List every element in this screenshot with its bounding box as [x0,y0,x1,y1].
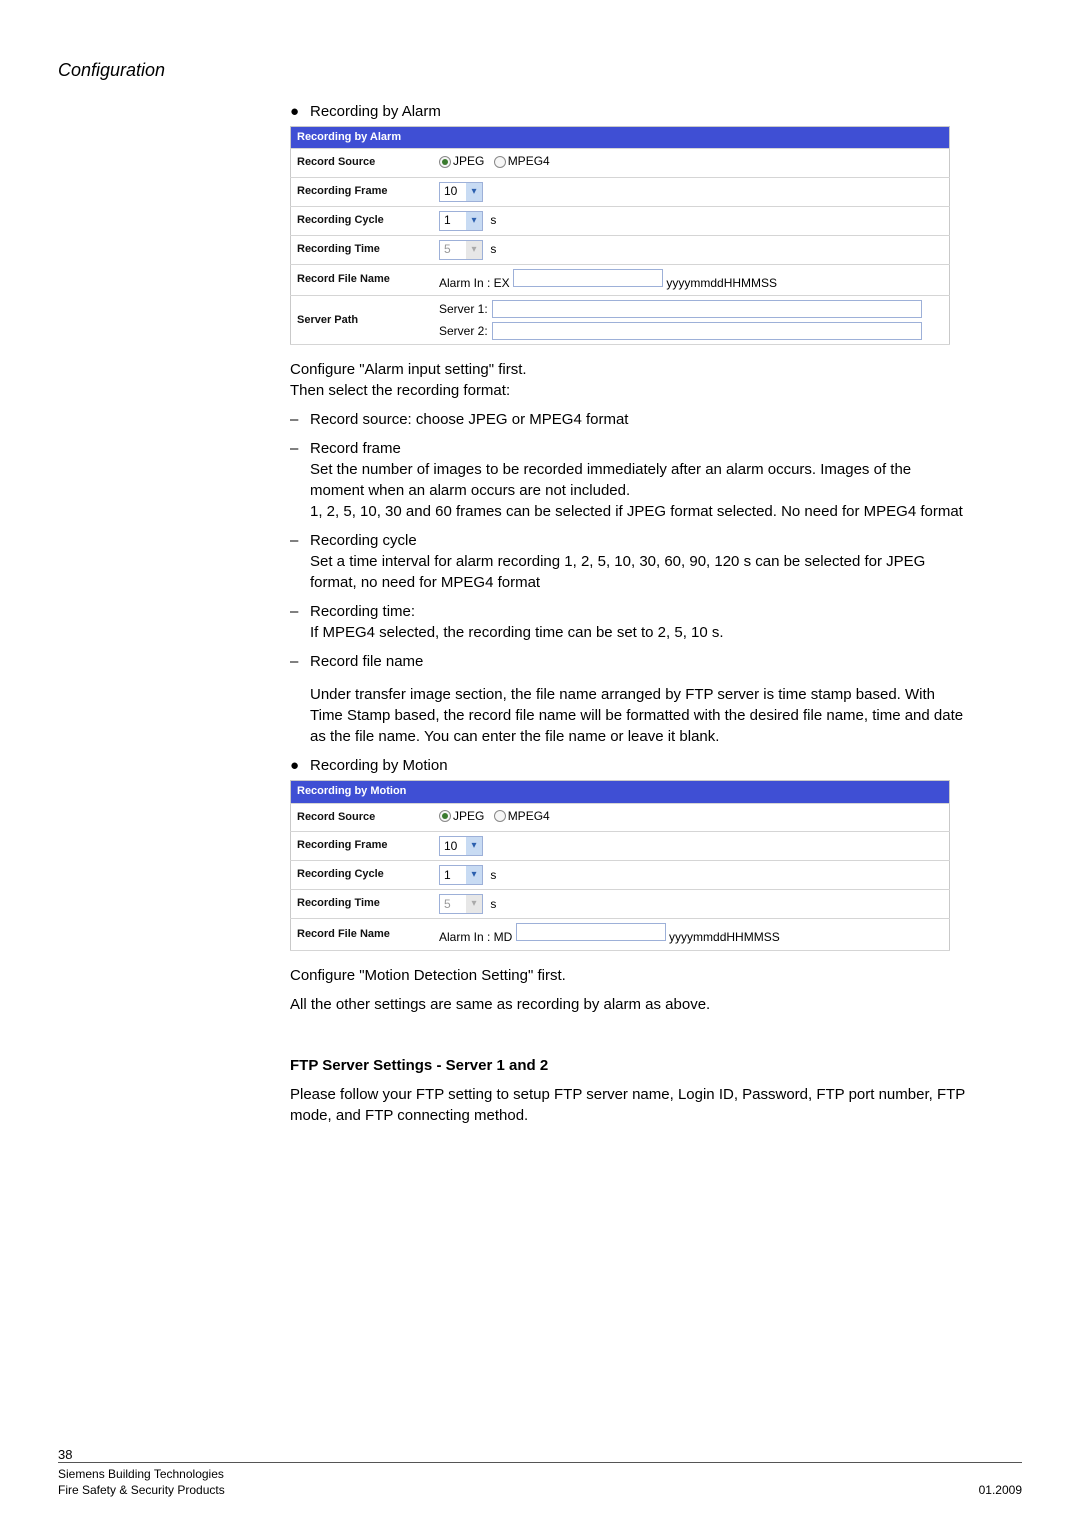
alarm-p1: Configure "Alarm input setting" first. [290,359,965,380]
label-record-source: Record Source [291,149,434,177]
file-name-input[interactable] [513,269,663,287]
chevron-down-icon: ▾ [466,895,482,913]
footer-date: 01.2009 [979,1483,1022,1497]
recording-by-alarm-table: Recording by Alarm Record Source JPEG MP… [290,126,950,345]
section-header: Configuration [58,60,165,81]
radio-jpeg-m[interactable]: JPEG [439,808,484,825]
server2-input[interactable] [492,322,922,340]
select-recording-cycle-m[interactable]: 1▾ [439,865,483,885]
li-recording-time-p: If MPEG4 selected, the recording time ca… [310,622,965,643]
footer-l2: Fire Safety & Security Products [58,1483,225,1497]
label-recording-cycle: Recording Cycle [291,206,434,235]
dash-icon: – [290,601,310,622]
unit-s: s [490,868,496,882]
li-recording-time-title: Recording time: [310,601,965,622]
dash-icon: – [290,651,310,672]
label-record-file-name: Record File Name [291,264,434,296]
li-record-source: Record source: choose JPEG or MPEG4 form… [310,409,965,430]
li-recording-cycle-p: Set a time interval for alarm recording … [310,551,965,593]
file-name-prefix-m: Alarm In : MD [439,930,512,944]
page-number: 38 [58,1447,72,1462]
chevron-down-icon: ▾ [466,212,482,230]
file-name-prefix: Alarm In : EX [439,276,510,290]
select-recording-time[interactable]: 5▾ [439,240,483,260]
label-recording-frame-m: Recording Frame [291,831,434,860]
dash-icon: – [290,438,310,459]
bullet-icon: ● [290,101,310,122]
unit-s: s [490,213,496,227]
alarm-table-header: Recording by Alarm [291,127,950,149]
recording-by-alarm-title: Recording by Alarm [310,101,441,122]
server1-input[interactable] [492,300,922,318]
motion-p2: All the other settings are same as recor… [290,994,965,1015]
radio-jpeg[interactable]: JPEG [439,153,484,170]
alarm-p2: Then select the recording format: [290,380,965,401]
dash-icon: – [290,409,310,430]
recording-by-motion-title: Recording by Motion [310,755,448,776]
motion-table-header: Recording by Motion [291,781,950,803]
server1-label: Server 1: [439,301,488,318]
chevron-down-icon: ▾ [466,837,482,855]
label-record-file-name-m: Record File Name [291,918,434,950]
label-server-path: Server Path [291,296,434,345]
server2-label: Server 2: [439,323,488,340]
radio-unchecked-icon [494,156,506,168]
unit-s: s [490,897,496,911]
li-record-frame-p2: 1, 2, 5, 10, 30 and 60 frames can be sel… [310,501,965,522]
radio-mpeg4-m[interactable]: MPEG4 [494,808,550,825]
radio-mpeg4[interactable]: MPEG4 [494,153,550,170]
file-name-suffix-m: yyyymmddHHMMSS [669,930,780,944]
label-record-source-m: Record Source [291,803,434,831]
li-record-frame-p1: Set the number of images to be recorded … [310,459,965,501]
dash-icon: – [290,530,310,551]
ftp-settings-p: Please follow your FTP setting to setup … [290,1084,965,1126]
file-name-suffix: yyyymmddHHMMSS [666,276,777,290]
li-record-frame-title: Record frame [310,438,965,459]
chevron-down-icon: ▾ [466,183,482,201]
radio-unchecked-icon [494,810,506,822]
radio-checked-icon [439,156,451,168]
li-record-file-name-title: Record file name [310,651,965,672]
label-recording-time-m: Recording Time [291,889,434,918]
select-recording-time-m[interactable]: 5▾ [439,894,483,914]
recording-by-motion-table: Recording by Motion Record Source JPEG M… [290,780,950,950]
chevron-down-icon: ▾ [466,241,482,259]
label-recording-time: Recording Time [291,235,434,264]
radio-checked-icon [439,810,451,822]
select-recording-cycle[interactable]: 1▾ [439,211,483,231]
bullet-icon: ● [290,755,310,776]
unit-s: s [490,242,496,256]
select-recording-frame-m[interactable]: 10▾ [439,836,483,856]
motion-p1: Configure "Motion Detection Setting" fir… [290,965,965,986]
label-recording-frame: Recording Frame [291,177,434,206]
page-footer: Siemens Building Technologies Fire Safet… [58,1462,1022,1497]
select-recording-frame[interactable]: 10▾ [439,182,483,202]
label-recording-cycle-m: Recording Cycle [291,860,434,889]
ftp-settings-title: FTP Server Settings - Server 1 and 2 [290,1055,965,1076]
li-recording-cycle-title: Recording cycle [310,530,965,551]
li-record-file-name-p: Under transfer image section, the file n… [310,684,965,747]
chevron-down-icon: ▾ [466,866,482,884]
file-name-input-m[interactable] [516,923,666,941]
footer-l1: Siemens Building Technologies [58,1467,224,1481]
